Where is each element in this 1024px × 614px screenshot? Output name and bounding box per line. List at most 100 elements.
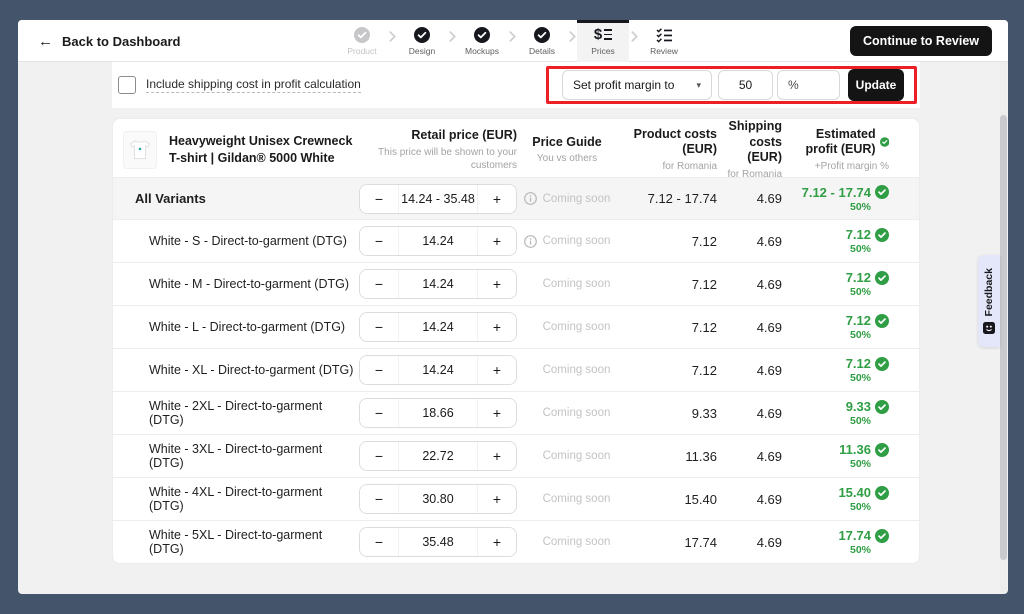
green-check-icon	[875, 400, 889, 414]
continue-to-review-button[interactable]: Continue to Review	[850, 26, 992, 56]
feedback-tab[interactable]: Feedback	[978, 255, 1000, 347]
table-row: All Variants − 14.24 - 35.48 + Coming so…	[113, 177, 919, 219]
table-row: White - S - Direct-to-garment (DTG) − 14…	[113, 219, 919, 262]
chevron-right-icon	[507, 20, 517, 62]
info-icon[interactable]	[524, 192, 537, 205]
retail-price-stepper: − 14.24 +	[359, 312, 517, 342]
check-circle-icon	[534, 27, 550, 43]
variant-name: White - M - Direct-to-garment (DTG)	[113, 277, 359, 291]
chevron-right-icon	[447, 20, 457, 62]
decrease-price-button[interactable]: −	[360, 399, 398, 427]
col-profit-title: Estimated profit (EUR)	[786, 127, 876, 158]
variant-name: White - XL - Direct-to-garment (DTG)	[113, 363, 359, 377]
margin-value-input[interactable]: 50	[718, 70, 773, 100]
table-row: White - M - Direct-to-garment (DTG) − 14…	[113, 262, 919, 305]
retail-price-stepper: − 22.72 +	[359, 441, 517, 471]
increase-price-button[interactable]: +	[478, 528, 516, 556]
chevron-down-icon: ▾	[696, 80, 701, 91]
product-cost-value: 17.74	[613, 535, 721, 550]
col-shipping-costs-subtitle: for Romania	[721, 168, 782, 181]
increase-price-button[interactable]: +	[478, 185, 516, 213]
update-button[interactable]: Update	[848, 69, 904, 101]
decrease-price-button[interactable]: −	[360, 442, 398, 470]
shipping-cost-value: 4.69	[721, 234, 786, 249]
back-to-dashboard-link[interactable]: ← Back to Dashboard	[38, 20, 180, 62]
increase-price-button[interactable]: +	[478, 356, 516, 384]
retail-price-value[interactable]: 35.48	[398, 528, 478, 556]
step-design[interactable]: Design	[397, 20, 447, 62]
retail-price-value[interactable]: 14.24	[398, 227, 478, 255]
step-details[interactable]: Details	[517, 20, 567, 62]
chevron-right-icon	[387, 20, 397, 62]
include-shipping-checkbox-row[interactable]: Include shipping cost in profit calculat…	[112, 76, 361, 94]
price-guide-status: Coming soon	[543, 278, 611, 290]
estimated-profit-value: 7.12 - 17.74	[802, 185, 871, 200]
retail-price-value[interactable]: 18.66	[398, 399, 478, 427]
estimated-profit-value: 7.12	[846, 313, 871, 328]
estimated-profit-value: 11.36	[839, 442, 871, 457]
profit-margin-percent: 50%	[786, 243, 889, 255]
table-row: White - 2XL - Direct-to-garment (DTG) − …	[113, 391, 919, 434]
retail-price-stepper: − 18.66 +	[359, 398, 517, 428]
step-product[interactable]: Product	[337, 20, 387, 62]
check-circle-icon	[414, 27, 430, 43]
decrease-price-button[interactable]: −	[360, 528, 398, 556]
retail-price-value[interactable]: 14.24	[398, 270, 478, 298]
include-shipping-label: Include shipping cost in profit calculat…	[146, 77, 361, 93]
product-cost-value: 7.12	[613, 234, 721, 249]
step-label: Review	[650, 46, 678, 56]
increase-price-button[interactable]: +	[478, 270, 516, 298]
shipping-cost-value: 4.69	[721, 320, 786, 335]
retail-price-value[interactable]: 14.24	[398, 313, 478, 341]
estimated-profit-value: 7.12	[846, 356, 871, 371]
variant-name: White - S - Direct-to-garment (DTG)	[113, 234, 359, 248]
profit-margin-percent: 50%	[786, 458, 889, 470]
decrease-price-button[interactable]: −	[360, 185, 398, 213]
increase-price-button[interactable]: +	[478, 399, 516, 427]
app-window: ← Back to Dashboard Product Design Mocku…	[18, 20, 1008, 594]
green-check-icon	[875, 228, 889, 242]
retail-price-value[interactable]: 22.72	[398, 442, 478, 470]
product-cost-value: 7.12 - 17.74	[613, 191, 721, 206]
include-shipping-checkbox[interactable]	[118, 76, 136, 94]
margin-mode-dropdown[interactable]: Set profit margin to ▾	[562, 70, 712, 100]
scrollbar-thumb[interactable]	[1000, 115, 1007, 560]
retail-price-stepper: − 30.80 +	[359, 484, 517, 514]
decrease-price-button[interactable]: −	[360, 313, 398, 341]
profit-margin-highlight-box: Set profit margin to ▾ 50 % Update	[546, 66, 917, 104]
decrease-price-button[interactable]: −	[360, 270, 398, 298]
increase-price-button[interactable]: +	[478, 227, 516, 255]
product-cost-value: 7.12	[613, 277, 721, 292]
increase-price-button[interactable]: +	[478, 485, 516, 513]
smiley-icon	[983, 322, 995, 334]
shipping-cost-value: 4.69	[721, 363, 786, 378]
prices-dollar-icon: $	[594, 27, 612, 43]
info-icon[interactable]	[524, 235, 537, 248]
step-mockups[interactable]: Mockups	[457, 20, 507, 62]
variant-name: White - L - Direct-to-garment (DTG)	[113, 320, 359, 334]
step-label: Mockups	[465, 46, 499, 56]
back-label: Back to Dashboard	[62, 34, 180, 49]
check-circle-icon	[474, 27, 490, 43]
chevron-right-icon	[629, 20, 639, 62]
step-prices[interactable]: $ Prices	[577, 20, 629, 62]
margin-unit-input[interactable]: %	[777, 70, 840, 100]
retail-price-value[interactable]: 14.24	[398, 356, 478, 384]
retail-price-value[interactable]: 14.24 - 35.48	[398, 185, 478, 213]
profit-margin-percent: 50%	[786, 286, 889, 298]
decrease-price-button[interactable]: −	[360, 227, 398, 255]
retail-price-value[interactable]: 30.80	[398, 485, 478, 513]
table-row: White - 3XL - Direct-to-garment (DTG) − …	[113, 434, 919, 477]
decrease-price-button[interactable]: −	[360, 485, 398, 513]
increase-price-button[interactable]: +	[478, 442, 516, 470]
col-product-costs-title: Product costs (EUR)	[613, 127, 717, 158]
step-review[interactable]: Review	[639, 20, 689, 62]
green-check-icon	[875, 486, 889, 500]
shipping-cost-value: 4.69	[721, 492, 786, 507]
product-cost-value: 9.33	[613, 406, 721, 421]
table-row: White - XL - Direct-to-garment (DTG) − 1…	[113, 348, 919, 391]
profit-margin-percent: 50%	[786, 415, 889, 427]
increase-price-button[interactable]: +	[478, 313, 516, 341]
col-shipping-costs-title: Shipping costs (EUR)	[721, 119, 782, 166]
decrease-price-button[interactable]: −	[360, 356, 398, 384]
